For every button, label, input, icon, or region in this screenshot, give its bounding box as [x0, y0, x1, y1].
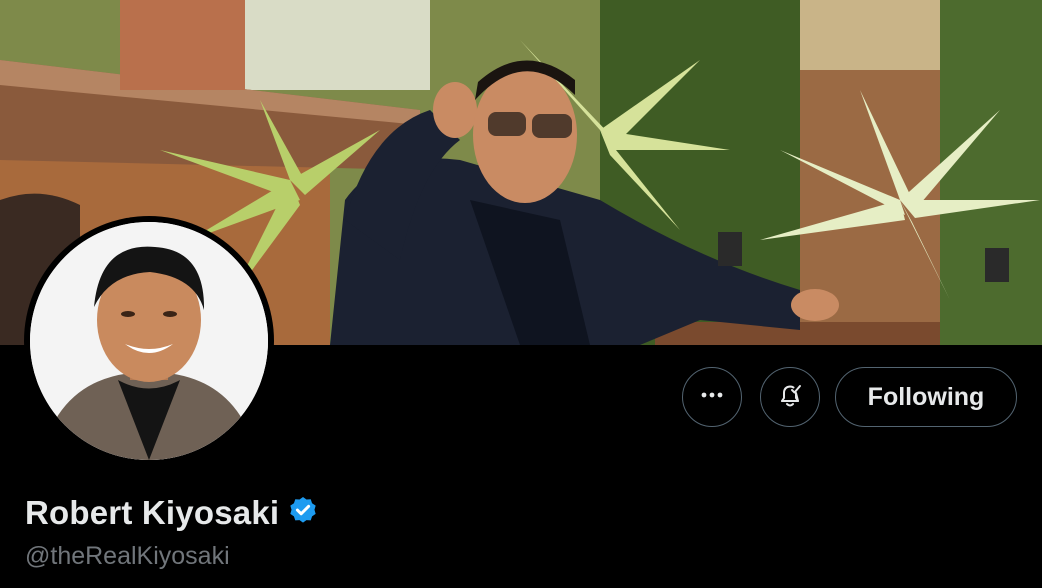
more-horizontal-icon [700, 383, 724, 412]
display-name-row: Robert Kiyosaki [25, 494, 319, 532]
avatar-photo [30, 222, 268, 460]
user-handle: @theRealKiyosaki [25, 542, 230, 570]
following-label: Following [867, 382, 985, 411]
profile-avatar[interactable] [24, 216, 274, 466]
notifications-toggle-button[interactable] [760, 367, 820, 427]
more-options-button[interactable] [682, 367, 742, 427]
display-name: Robert Kiyosaki [25, 494, 280, 531]
verified-badge-icon[interactable] [287, 495, 319, 532]
bell-check-icon [775, 380, 805, 415]
following-button[interactable]: Following [835, 367, 1017, 427]
